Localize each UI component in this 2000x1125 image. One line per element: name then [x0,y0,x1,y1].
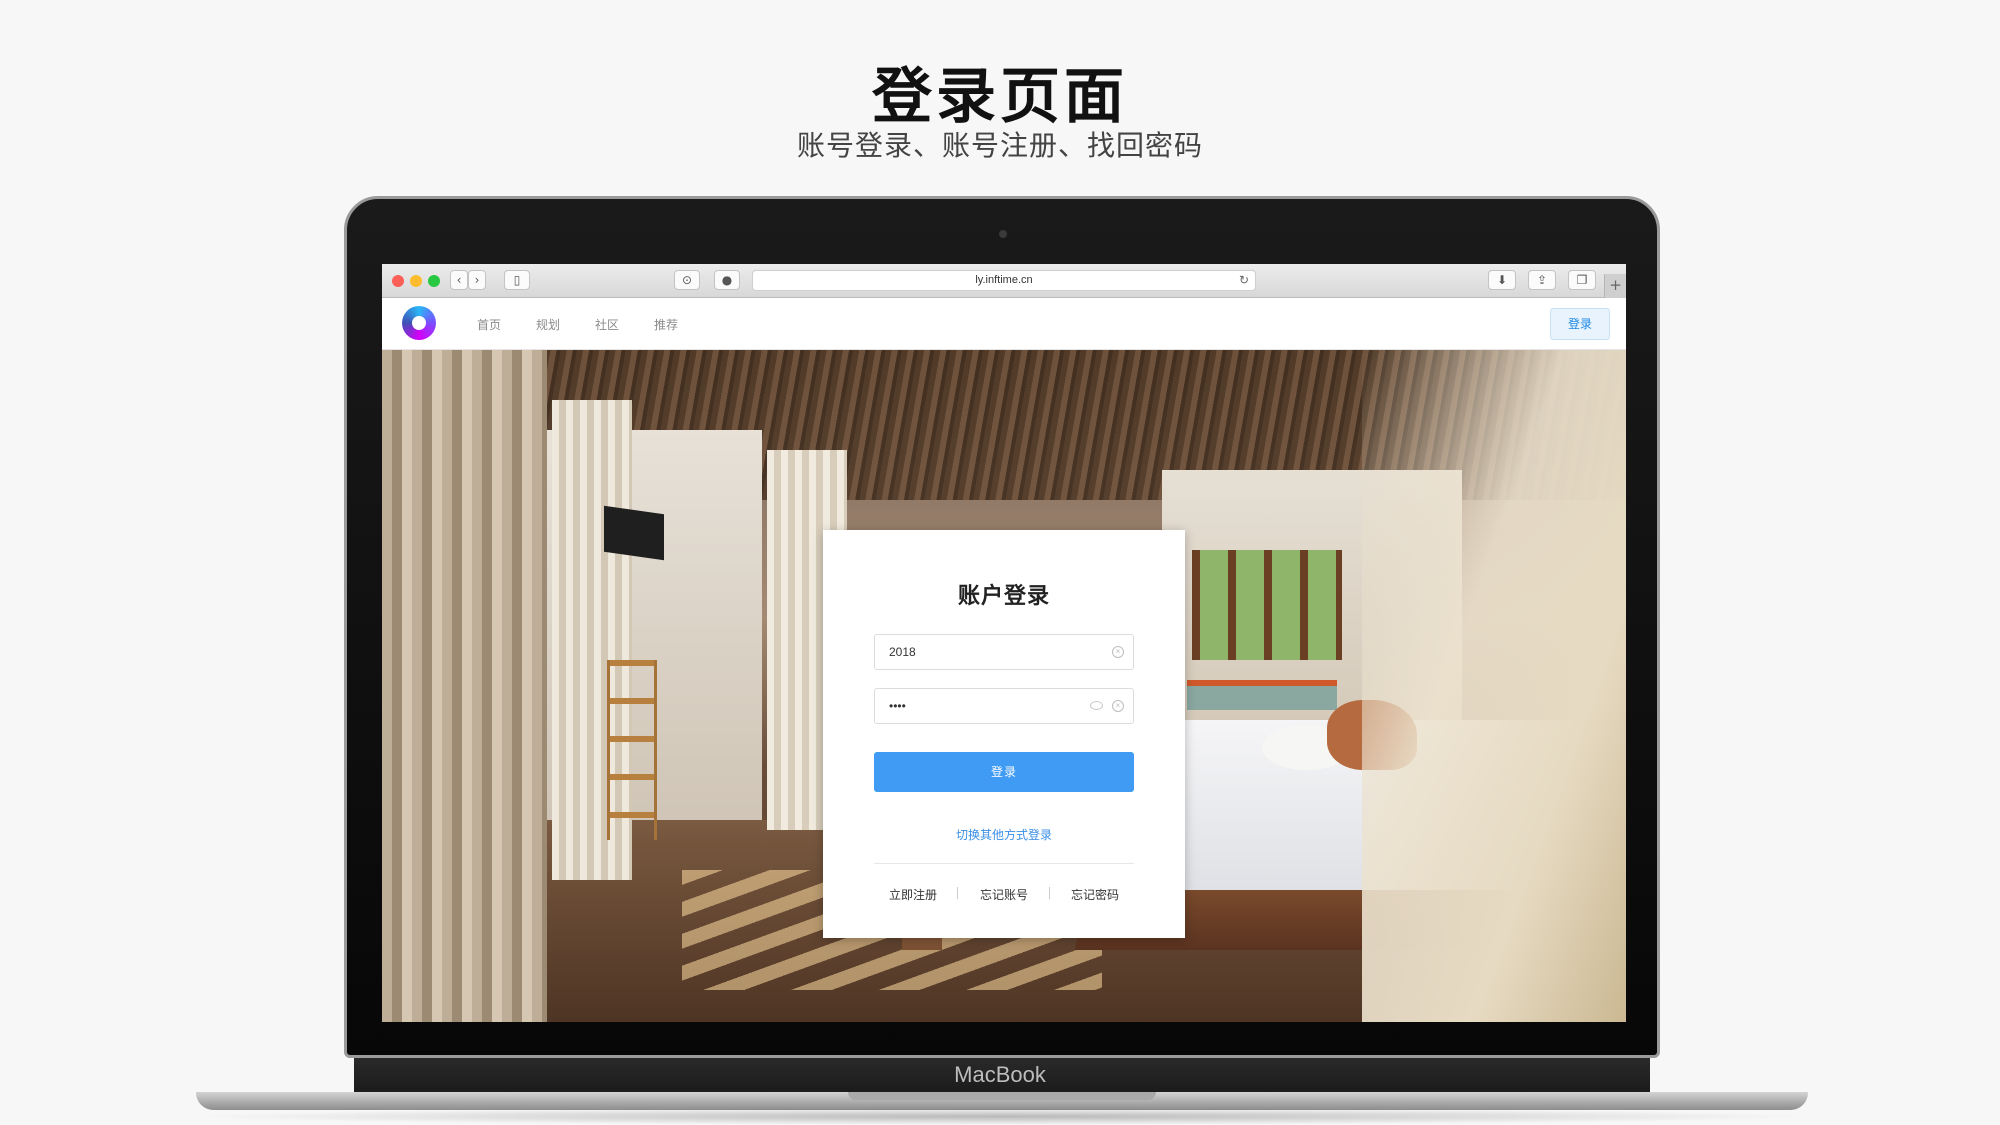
share-icon[interactable]: ⇪ [1528,270,1556,290]
back-icon[interactable]: ‹ [450,270,468,290]
laptop-notch [848,1092,1156,1100]
clear-icon[interactable]: × [1112,646,1124,658]
login-card: 账户登录 2018 × •••• × 登录 切换其他方式登录 立即注册 忘记账号… [823,530,1185,938]
username-input[interactable]: 2018 × [874,634,1134,670]
link-separator [957,887,958,899]
header-login-button[interactable]: 登录 [1550,308,1610,340]
reload-icon[interactable]: ↻ [1239,271,1249,290]
password-value: •••• [889,699,906,713]
new-tab-icon[interactable]: + [1604,274,1626,298]
switch-login-method-link[interactable]: 切换其他方式登录 [823,826,1185,843]
photo-canopy [1362,350,1626,1022]
photo-sofa [1187,680,1337,710]
device-label: MacBook [954,1062,1046,1087]
tabs-icon[interactable]: ❐ [1568,270,1596,290]
photo-shelf [607,660,657,840]
photo-tv [604,505,664,561]
address-bar[interactable]: ly.inftime.cn ↻ [752,270,1256,291]
site-logo[interactable] [402,306,436,340]
close-window-button[interactable] [392,275,404,287]
laptop-shadow [186,1108,1818,1125]
extension-icon[interactable]: ● [714,270,740,290]
eye-icon[interactable] [1090,701,1103,710]
reader-icon[interactable]: ⊙ [674,270,700,290]
site-header: 首页 规划 社区 推荐 登录 [382,298,1626,350]
login-title: 账户登录 [957,584,1050,609]
divider [874,863,1134,864]
forward-icon[interactable]: › [468,270,486,290]
download-icon[interactable]: ⬇ [1488,270,1516,290]
photo-window-right [1192,550,1342,660]
browser-toolbar: ‹ › ▯ ⊙ ● ly.inftime.cn ↻ ⬇ ⇪ ❐ + [382,264,1626,298]
nav-link-recommend[interactable]: 推荐 [654,316,678,333]
zoom-window-button[interactable] [428,275,440,287]
hero-background-photo: 账户登录 2018 × •••• × 登录 切换其他方式登录 立即注册 忘记账号… [382,350,1626,1022]
password-input[interactable]: •••• × [874,688,1134,724]
nav-link-community[interactable]: 社区 [595,316,619,333]
clear-icon[interactable]: × [1112,700,1124,712]
forgot-account-link[interactable]: 忘记账号 [980,886,1028,903]
camera-icon [999,230,1007,238]
url-text: ly.inftime.cn [975,274,1033,286]
sidebar-icon[interactable]: ▯ [504,270,530,290]
username-value: 2018 [889,645,916,659]
register-link[interactable]: 立即注册 [889,886,937,903]
forgot-password-link[interactable]: 忘记密码 [1071,886,1119,903]
minimize-window-button[interactable] [410,275,422,287]
page-subheadline: 账号登录、账号注册、找回密码 [796,129,1203,162]
photo-curtain-left [382,350,547,1022]
login-submit-button[interactable]: 登录 [874,752,1134,792]
browser-window: ‹ › ▯ ⊙ ● ly.inftime.cn ↻ ⬇ ⇪ ❐ + 首页 规划 … [382,264,1626,1022]
nav-link-plan[interactable]: 规划 [536,316,560,333]
link-separator [1049,887,1050,899]
nav-link-home[interactable]: 首页 [477,316,501,333]
page-headline: 登录页面 [872,62,1128,132]
